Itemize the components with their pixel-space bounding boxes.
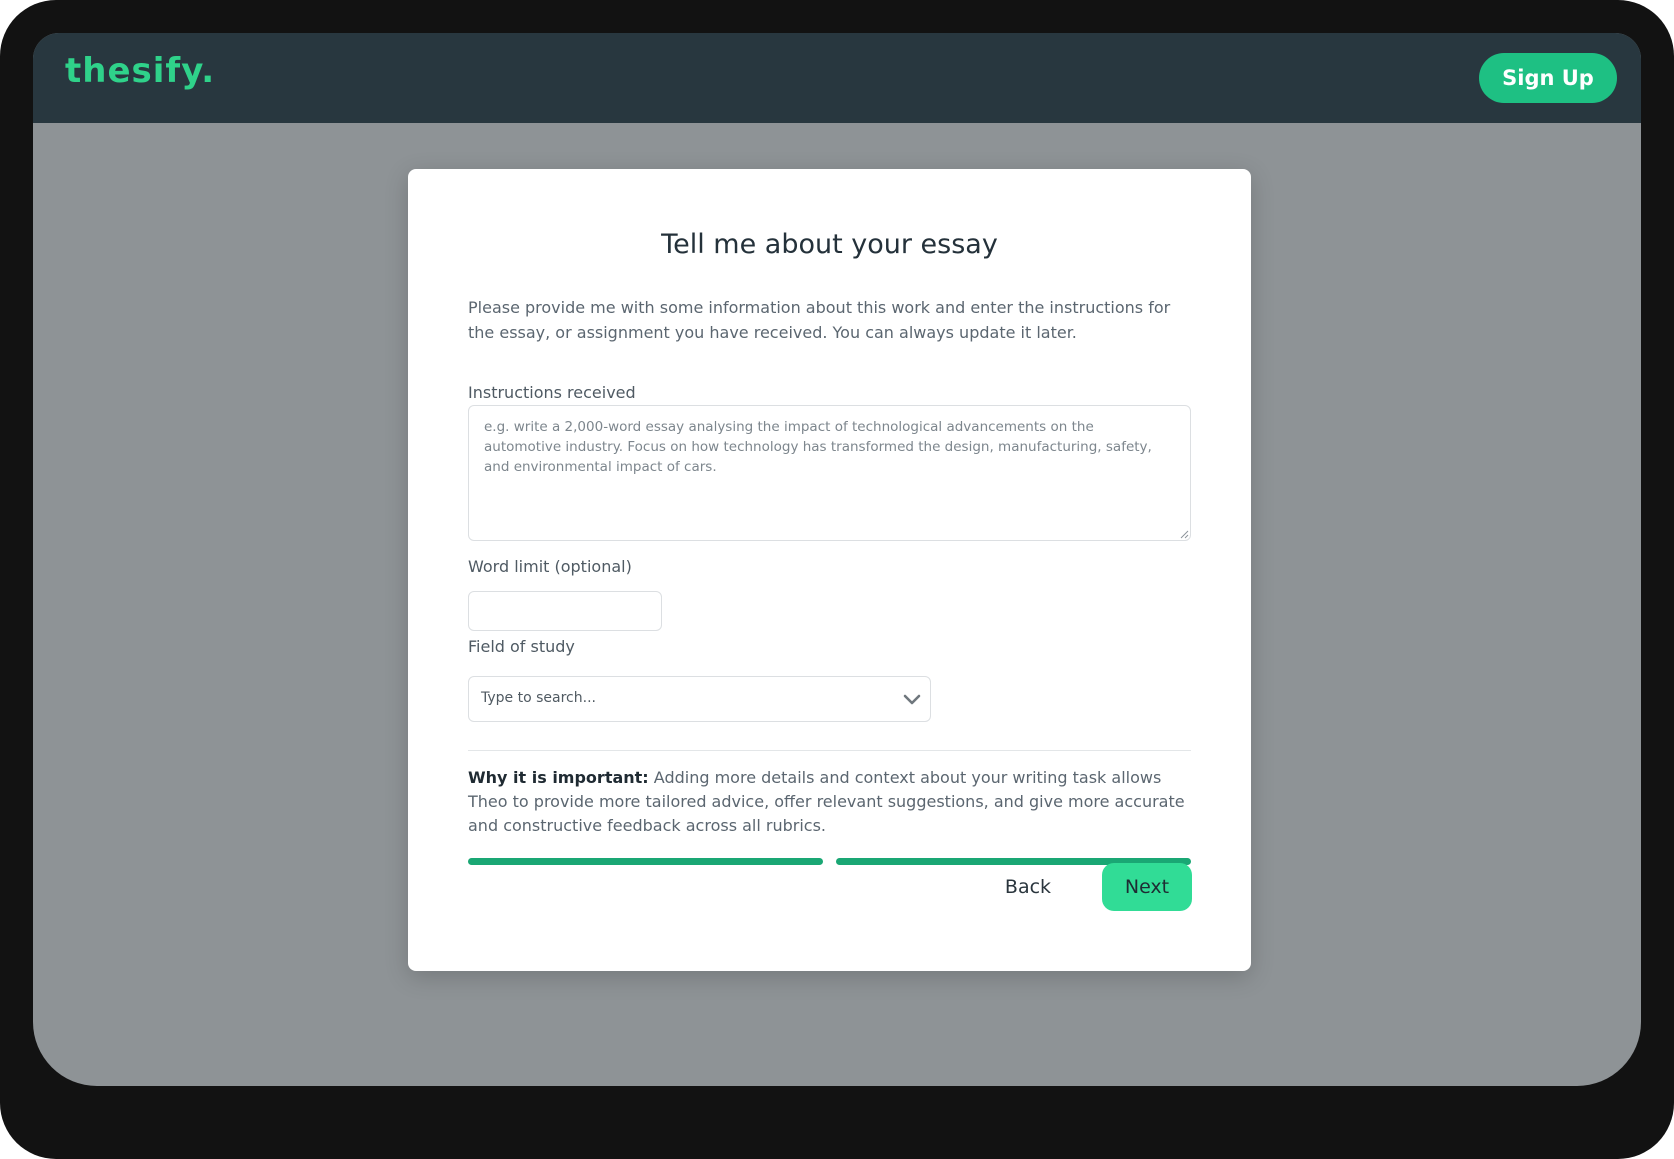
next-button[interactable]: Next (1102, 863, 1192, 911)
word-limit-input[interactable] (468, 591, 662, 631)
app-screen: thesify. Sign Up Tell me about your essa… (33, 33, 1641, 1086)
instructions-textarea[interactable] (468, 405, 1191, 541)
sign-up-button[interactable]: Sign Up (1479, 53, 1617, 103)
section-divider (468, 750, 1191, 751)
top-navbar: thesify. Sign Up (33, 33, 1641, 123)
resize-grip-icon[interactable] (1180, 530, 1189, 539)
modal-title: Tell me about your essay (661, 229, 998, 260)
chevron-down-icon[interactable] (902, 690, 922, 710)
field-of-study-select[interactable]: Type to search... (468, 676, 931, 722)
why-important-note: Why it is important: Adding more details… (468, 766, 1191, 838)
why-important-lead: Why it is important: (468, 768, 649, 787)
essay-info-modal: Tell me about your essay Please provide … (408, 169, 1251, 971)
field-of-study-placeholder: Type to search... (481, 690, 596, 706)
back-button[interactable]: Back (988, 863, 1068, 911)
thesify-logo[interactable]: thesify. (65, 51, 215, 91)
progress-step-1 (468, 858, 823, 865)
device-frame: thesify. Sign Up Tell me about your essa… (0, 0, 1674, 1159)
word-limit-label: Word limit (optional) (468, 557, 632, 576)
instructions-label: Instructions received (468, 383, 636, 402)
field-of-study-label: Field of study (468, 637, 575, 656)
modal-intro-text: Please provide me with some information … (468, 298, 1171, 342)
